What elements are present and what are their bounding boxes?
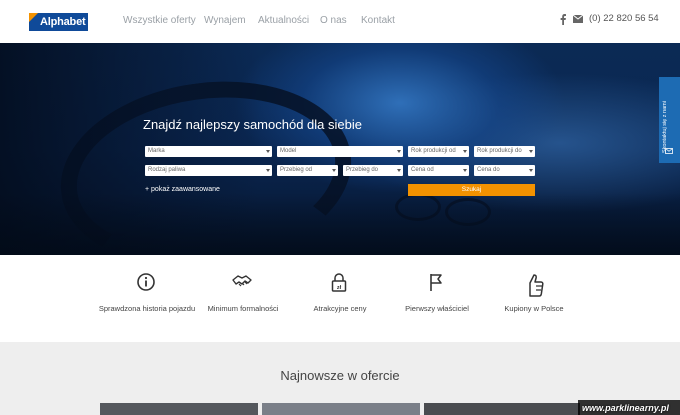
feature-history: Sprawdzona historia pojazdu — [97, 272, 197, 332]
year-from-select[interactable]: Rok produkcji od — [408, 146, 469, 157]
chevron-down-icon — [463, 150, 467, 153]
year-to-select-label: Rok produkcji do — [477, 148, 522, 154]
mail-icon — [665, 148, 673, 154]
feature-prices: zł Atrakcyjne ceny — [290, 272, 390, 332]
fuel-type-select-label: Rodzaj paliwa — [148, 167, 186, 173]
offer-thumbnail[interactable] — [100, 403, 258, 415]
chevron-down-icon — [397, 169, 401, 172]
search-button[interactable]: Szukaj — [408, 184, 535, 196]
feature-label: Atrakcyjne ceny — [313, 304, 367, 313]
info-icon — [137, 273, 155, 291]
handshake-icon — [232, 275, 252, 287]
contact-side-tab-label: Skontaktuj się z nami — [662, 101, 668, 153]
chevron-down-icon — [529, 150, 533, 153]
mileage-from-select-label: Przebieg od — [280, 167, 313, 173]
mileage-from-select[interactable]: Przebieg od — [277, 165, 338, 176]
offer-thumbnail[interactable] — [262, 403, 420, 415]
price-from-select-label: Cena od — [411, 167, 434, 173]
year-to-select[interactable]: Rok produkcji do — [474, 146, 535, 157]
feature-label: Minimum formalności — [207, 304, 279, 313]
mail-icon[interactable] — [573, 15, 583, 23]
model-select-label: Model — [280, 148, 297, 154]
make-select-label: Marka — [148, 148, 165, 154]
feature-label: Sprawdzona historia pojazdu — [98, 304, 196, 313]
alphabet-logo[interactable]: Alphabet — [29, 13, 88, 31]
chevron-down-icon — [529, 169, 533, 172]
phone-number[interactable]: (0) 22 820 56 54 — [589, 13, 659, 25]
features-section: Sprawdzona historia pojazdu Minimum form… — [0, 255, 680, 342]
nav-item-rental[interactable]: Wynajem — [204, 15, 246, 27]
price-from-select[interactable]: Cena od — [408, 165, 469, 176]
chevron-down-icon — [266, 169, 270, 172]
chevron-down-icon — [332, 169, 336, 172]
watermark-text: www.parklinearny.pl — [582, 403, 669, 413]
chevron-down-icon — [266, 150, 270, 153]
nav-item-about[interactable]: O nas — [320, 15, 347, 27]
hero-shade — [0, 193, 680, 255]
logo-text: Alphabet — [40, 16, 86, 28]
hero-search-banner: Znajdź najlepszy samochód dla siebie Mar… — [0, 43, 680, 255]
watermark-badge: www.parklinearny.pl — [578, 400, 680, 415]
price-to-select-label: Cena do — [477, 167, 500, 173]
nav-item-news[interactable]: Aktualności — [258, 15, 309, 27]
price-to-select[interactable]: Cena do — [474, 165, 535, 176]
svg-text:zł: zł — [337, 285, 342, 291]
mileage-to-select-label: Przebieg do — [346, 167, 379, 173]
nav-item-contact[interactable]: Kontakt — [361, 15, 395, 27]
logo-corner-mark — [29, 13, 38, 22]
feature-bought-in-poland: Kupiony w Polsce — [484, 272, 584, 332]
thumbs-up-icon — [529, 274, 544, 297]
offer-thumbnail[interactable] — [424, 403, 580, 415]
price-lock-icon: zł — [331, 273, 347, 292]
nav-item-all-offers[interactable]: Wszystkie oferty — [123, 15, 196, 27]
mileage-to-select[interactable]: Przebieg do — [343, 165, 403, 176]
show-advanced-link[interactable]: + pokaż zaawansowane — [145, 185, 220, 194]
model-select[interactable]: Model — [277, 146, 403, 157]
chevron-down-icon — [397, 150, 401, 153]
flag-icon — [430, 274, 442, 291]
feature-label: Pierwszy właściciel — [405, 304, 469, 313]
contact-side-tab[interactable]: Skontaktuj się z nami — [659, 77, 680, 163]
hero-title: Znajdź najlepszy samochód dla siebie — [143, 117, 362, 132]
chevron-down-icon — [463, 169, 467, 172]
feature-first-owner: Pierwszy właściciel — [387, 272, 487, 332]
make-select[interactable]: Marka — [145, 146, 272, 157]
feature-formalities: Minimum formalności — [193, 272, 293, 332]
fuel-type-select[interactable]: Rodzaj paliwa — [145, 165, 272, 176]
facebook-icon[interactable] — [559, 14, 567, 25]
feature-label: Kupiony w Polsce — [504, 304, 564, 313]
latest-offers-title: Najnowsze w ofercie — [280, 368, 400, 383]
year-from-select-label: Rok produkcji od — [411, 148, 456, 154]
site-header: Alphabet Wszystkie oferty Wynajem Aktual… — [0, 0, 680, 43]
